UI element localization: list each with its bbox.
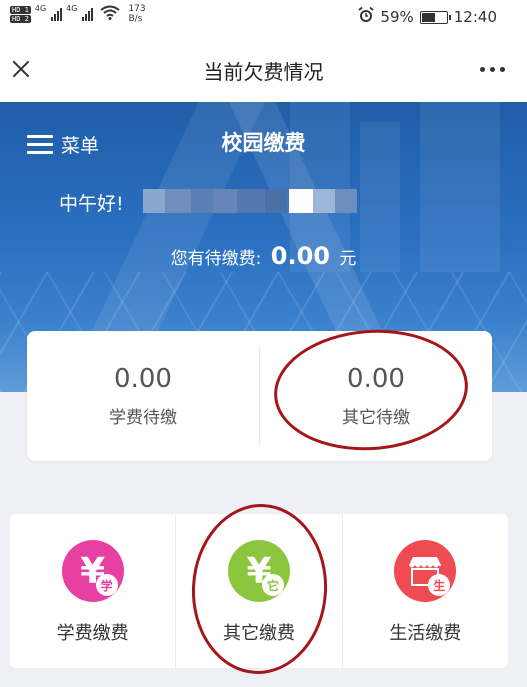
pending-payment: 您有待缴费: 0.00 元: [0, 242, 527, 270]
signal-icon: [51, 7, 63, 21]
page-title: 当前欠费情况: [203, 60, 324, 84]
signal-icon: [82, 7, 94, 21]
living-badge: 生: [428, 574, 451, 596]
network-speed: 173 B/s: [128, 4, 145, 24]
hd2-badge: HD 2: [10, 14, 31, 23]
clock: 12:40: [453, 8, 497, 26]
redacted-name: [289, 189, 357, 213]
pending-label: 您有待缴费:: [170, 249, 262, 269]
network-type-1: 4G: [34, 4, 47, 13]
pending-unit: 元: [339, 249, 357, 269]
payment-services: ¥ 学 学费缴费 ¥ 它 其它缴费 生 生活缴费: [10, 514, 508, 668]
living-payment-label: 生活缴费: [389, 623, 462, 644]
speed-unit: B/s: [128, 14, 143, 24]
other-pending-value: 0.00: [347, 364, 405, 394]
other-payment-label: 其它缴费: [222, 623, 295, 644]
app-brand: 校园缴费: [221, 131, 306, 155]
pending-amount: 0.00: [270, 242, 330, 270]
tuition-pending-value: 0.00: [114, 364, 172, 394]
redacted-name: [143, 189, 287, 213]
other-pending[interactable]: 0.00 其它待缴: [260, 331, 492, 461]
tuition-badge: 学: [95, 574, 118, 596]
sim-indicator: HD 1 HD 2: [10, 5, 31, 23]
arrears-summary-card: 0.00 学费待缴 0.00 其它待缴: [27, 331, 492, 461]
storefront-icon: 生: [394, 540, 457, 602]
title-bar: 当前欠费情况: [0, 34, 527, 102]
more-options-icon[interactable]: [480, 67, 505, 72]
other-payment-button[interactable]: ¥ 它 其它缴费: [176, 514, 343, 668]
tuition-pending-label: 学费待缴: [109, 408, 177, 428]
battery-icon: [419, 10, 451, 24]
network-type-2: 4G: [66, 4, 78, 13]
other-badge: 它: [261, 574, 284, 596]
battery-percent: 59%: [380, 8, 414, 26]
other-pending-label: 其它待缴: [342, 408, 410, 428]
greeting: 中午好!: [59, 193, 124, 215]
wifi-icon: [100, 5, 121, 24]
status-bar: HD 1 HD 2 4G 4G 173 B/s 59% 12:40: [0, 0, 527, 34]
tuition-pending[interactable]: 0.00 学费待缴: [27, 331, 259, 461]
alarm-icon: [358, 6, 374, 27]
tuition-payment-label: 学费缴费: [56, 623, 129, 644]
hd1-badge: HD 1: [10, 5, 31, 14]
tuition-yen-icon: ¥ 学: [61, 540, 124, 602]
speed-value: 173: [128, 4, 146, 14]
other-yen-icon: ¥ 它: [227, 540, 290, 602]
living-payment-button[interactable]: 生 生活缴费: [343, 514, 508, 668]
tuition-payment-button[interactable]: ¥ 学 学费缴费: [10, 514, 177, 668]
